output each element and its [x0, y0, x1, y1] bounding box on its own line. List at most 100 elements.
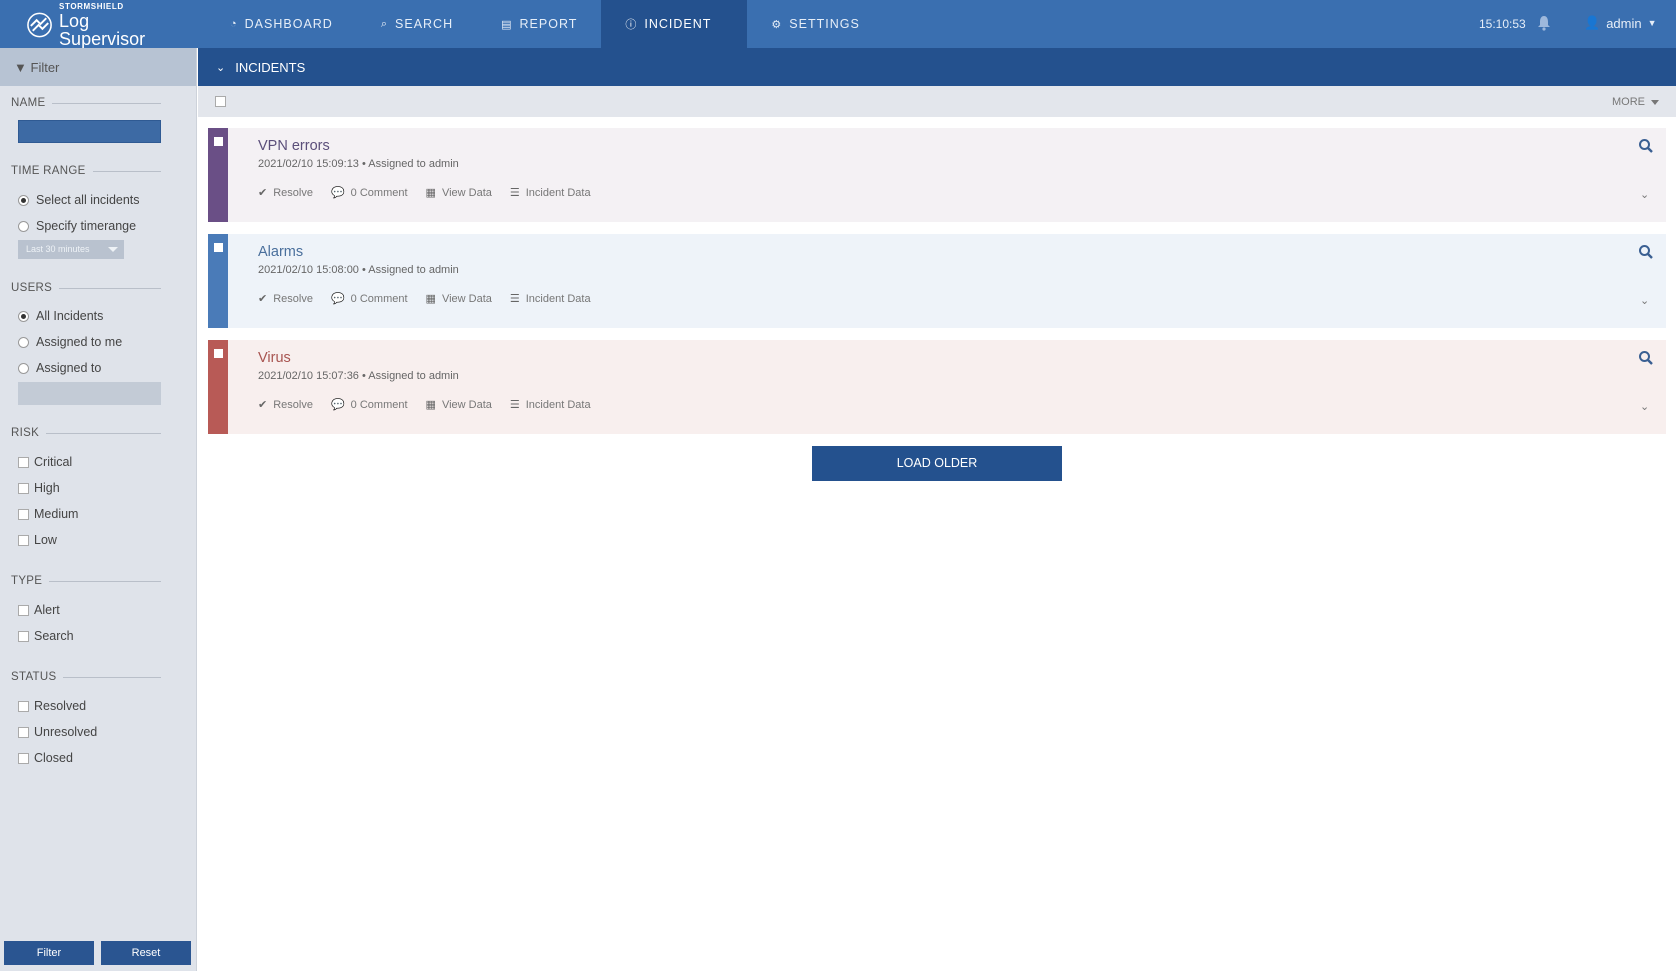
incident-checkbox[interactable] — [214, 349, 223, 358]
incident-title[interactable]: Virus — [258, 350, 291, 366]
view-data-action[interactable]: ▦ View Data — [426, 186, 492, 200]
report-icon: ▤ — [501, 18, 513, 31]
radio-button[interactable] — [18, 336, 29, 348]
nav-incident-label: INCIDENT — [644, 17, 712, 31]
checkbox-alert[interactable]: Alert — [18, 603, 60, 617]
radio-button[interactable] — [18, 310, 29, 322]
user-menu[interactable]: 👤 admin ▼ — [1584, 15, 1657, 31]
checkbox[interactable] — [18, 630, 29, 642]
view-data-action[interactable]: ▦ View Data — [425, 292, 492, 306]
chevron-down-icon[interactable]: ⌄ — [216, 61, 225, 74]
bell-icon[interactable] — [1537, 15, 1551, 31]
view-data-action[interactable]: ▦ View Data — [425, 398, 492, 412]
incident-checkbox[interactable] — [214, 137, 223, 146]
name-section: NAME — [11, 97, 161, 109]
incident-checkbox[interactable] — [214, 243, 223, 252]
incident-data-label: Incident Data — [525, 398, 591, 411]
search-icon[interactable] — [1638, 350, 1654, 366]
radio-assigned-to[interactable]: Assigned to — [18, 361, 101, 375]
checkbox-search[interactable]: Search — [18, 629, 74, 643]
checkbox[interactable] — [18, 534, 29, 546]
assigned-to-input[interactable] — [18, 382, 161, 405]
chevron-down-icon — [1651, 99, 1659, 105]
radio-select-all-incidents[interactable]: Select all incidents — [18, 193, 140, 207]
option-label: Low — [34, 533, 57, 547]
radio-assigned-to-me[interactable]: Assigned to me — [18, 335, 122, 349]
name-input[interactable] — [18, 120, 161, 143]
check-circle-icon: ✔ — [258, 293, 268, 305]
dashboard-icon: ◔ — [230, 18, 238, 30]
incident-data-action[interactable]: ☰ Incident Data — [510, 186, 591, 200]
load-older-button[interactable]: LOAD OLDER — [812, 446, 1062, 481]
incident-card[interactable]: VPN errors 2021/02/10 15:09:13 • Assigne… — [208, 128, 1666, 222]
resolve-action[interactable]: ✔ Resolve — [258, 398, 313, 412]
incident-color-bar — [208, 128, 228, 222]
table-icon: ▦ — [425, 399, 436, 411]
comment-action[interactable]: 💬 0 Comment — [331, 292, 408, 306]
checkbox-resolved[interactable]: Resolved — [18, 699, 86, 713]
reset-button[interactable]: Reset — [101, 941, 191, 965]
resolve-action[interactable]: ✔ Resolve — [258, 186, 313, 200]
table-icon: ▦ — [425, 293, 436, 305]
radio-all-incidents[interactable]: All Incidents — [18, 309, 103, 323]
more-menu[interactable]: MORE — [1612, 96, 1659, 108]
radio-specify-timerange[interactable]: Specify timerange — [18, 219, 136, 233]
chevron-down-icon[interactable]: ⌄ — [1640, 400, 1649, 413]
checkbox[interactable] — [18, 508, 29, 520]
nav-report[interactable]: ▤ REPORT — [477, 0, 601, 48]
nav-settings-label: SETTINGS — [789, 17, 860, 31]
radio-button[interactable] — [18, 220, 29, 232]
resolve-label: Resolve — [273, 186, 313, 199]
checkbox-medium[interactable]: Medium — [18, 507, 78, 521]
checkbox-low[interactable]: Low — [18, 533, 57, 547]
search-icon[interactable] — [1638, 244, 1654, 260]
checkbox[interactable] — [18, 604, 29, 616]
incident-card[interactable]: Alarms 2021/02/10 15:08:00 • Assigned to… — [208, 234, 1666, 328]
checkbox[interactable] — [18, 752, 29, 764]
option-label: Alert — [34, 603, 60, 617]
incident-card[interactable]: Virus 2021/02/10 15:07:36 • Assigned to … — [208, 340, 1666, 434]
checkbox-high[interactable]: High — [18, 481, 60, 495]
incident-meta: 2021/02/10 15:08:00 • Assigned to admin — [258, 264, 459, 276]
app-logo[interactable]: STORMSHIELD Log Supervisor — [26, 2, 176, 48]
comment-action[interactable]: 💬 0 Comment — [331, 186, 408, 200]
status-label: STATUS — [11, 671, 161, 683]
resolve-action[interactable]: ✔ Resolve — [258, 292, 313, 306]
incident-title[interactable]: VPN errors — [258, 138, 330, 154]
checkbox[interactable] — [18, 726, 29, 738]
clock: 15:10:53 — [1479, 17, 1526, 31]
incident-title[interactable]: Alarms — [258, 244, 303, 260]
incident-data-action[interactable]: ☰ Incident Data — [510, 398, 591, 412]
checkbox[interactable] — [18, 456, 29, 468]
check-circle-icon: ✔ — [258, 187, 268, 199]
radio-button[interactable] — [18, 362, 29, 374]
checkbox-closed[interactable]: Closed — [18, 751, 73, 765]
nav-report-label: REPORT — [519, 17, 578, 31]
chevron-down-icon[interactable]: ⌄ — [1640, 294, 1649, 307]
filter-button[interactable]: Filter — [4, 941, 94, 965]
checkbox-unresolved[interactable]: Unresolved — [18, 725, 97, 739]
time-range-section: TIME RANGE — [11, 165, 161, 177]
incident-data-action[interactable]: ☰ Incident Data — [509, 292, 591, 306]
option-label: Select all incidents — [36, 193, 140, 207]
nav-settings[interactable]: ⚙ SETTINGS — [747, 0, 883, 48]
incidents-title: INCIDENTS — [235, 60, 306, 75]
checkbox[interactable] — [18, 482, 29, 494]
nav-incident[interactable]: ⓘ INCIDENT — [601, 0, 748, 48]
nav-search[interactable]: ⌕ SEARCH — [357, 0, 477, 48]
radio-button[interactable] — [18, 194, 29, 206]
nav-dashboard[interactable]: ◔ DASHBOARD — [206, 0, 357, 48]
more-label: MORE — [1612, 96, 1645, 108]
chevron-down-icon[interactable]: ⌄ — [1640, 188, 1649, 201]
incidents-header[interactable]: ⌄ INCIDENTS — [198, 48, 1676, 86]
comment-action[interactable]: 💬 0 Comment — [331, 398, 408, 412]
type-label: TYPE — [11, 575, 161, 587]
select-all-checkbox[interactable] — [215, 96, 226, 107]
checkbox-critical[interactable]: Critical — [18, 455, 72, 469]
timerange-select[interactable]: Last 30 minutes — [18, 240, 124, 259]
incident-actions: ✔ Resolve 💬 0 Comment ▦ View Data ☰ Incident… — [258, 186, 609, 200]
checkbox[interactable] — [18, 700, 29, 712]
nav-search-label: SEARCH — [395, 17, 454, 31]
search-icon[interactable] — [1638, 138, 1654, 154]
database-icon: ☰ — [509, 293, 520, 305]
